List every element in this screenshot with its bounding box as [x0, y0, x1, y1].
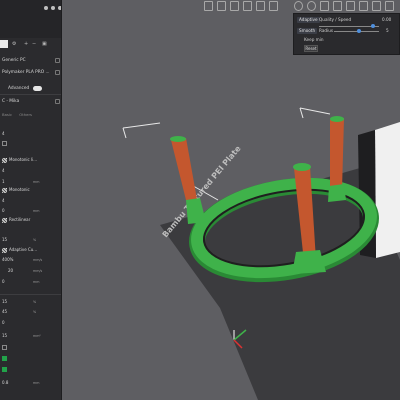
filament-row[interactable]: Polymaker PLA PRO ...: [0, 68, 61, 77]
pattern-icon: [2, 218, 7, 223]
tower-front-foot: [292, 250, 326, 274]
filament-edit-icon[interactable]: [55, 70, 60, 75]
top-thickness-unit: mm: [33, 180, 40, 184]
tower-front-top: [293, 163, 311, 171]
advanced-label: Advanced: [8, 86, 30, 91]
bbox-corner-line: [299, 107, 304, 119]
overlap-unit: %: [33, 300, 37, 304]
bottom-thickness-unit: mm: [33, 209, 40, 213]
bbox-corner-line: [299, 107, 331, 115]
tower-left-foot: [186, 198, 206, 224]
area-unit: mm²: [33, 334, 41, 338]
offset-field[interactable]: 0: [2, 320, 5, 326]
infill-density-field[interactable]: 15: [2, 237, 7, 243]
infill-anchor-unit: mm/s: [33, 258, 43, 262]
infill-density-unit: %: [33, 238, 37, 242]
advanced-toggle[interactable]: [33, 86, 42, 91]
option-checkbox-checked[interactable]: [2, 367, 7, 372]
delete-icon[interactable]: [217, 1, 226, 11]
add-icon[interactable]: +: [24, 41, 28, 47]
assembly-icon[interactable]: [385, 1, 394, 11]
divider: [0, 94, 61, 95]
bottom-thickness-field[interactable]: 0: [2, 208, 5, 214]
filament-name: Polymaker PLA PRO ...: [2, 70, 50, 75]
internal-pattern-field[interactable]: Rectilinear: [9, 217, 30, 223]
cut-icon[interactable]: [333, 1, 342, 11]
support-icon[interactable]: [346, 1, 355, 11]
option-checkbox-checked[interactable]: [2, 356, 7, 361]
pattern-icon: [2, 188, 7, 193]
divider: [0, 294, 61, 295]
top-pattern-field[interactable]: Monotonic li...: [9, 157, 37, 163]
printer-edit-icon[interactable]: [55, 58, 60, 63]
pattern-icon: [2, 248, 7, 253]
infill-pattern-field[interactable]: Adaptive Cu...: [9, 247, 37, 253]
remove-icon[interactable]: −: [32, 41, 36, 47]
printer-row[interactable]: Generic PC: [0, 56, 61, 65]
settings-tabs: Basic Others: [0, 112, 32, 117]
add-icon[interactable]: [204, 1, 213, 11]
bottom-pattern-field[interactable]: Monotonic: [9, 187, 30, 193]
gap-unit: mm: [33, 381, 40, 385]
option-checkbox[interactable]: [2, 345, 7, 350]
plate-toolbar: ⚙ + − ▣: [0, 40, 61, 48]
side-object: [375, 122, 400, 258]
tower-back: [330, 118, 344, 192]
bottom-layers-field[interactable]: 4: [2, 198, 5, 204]
bbox-corner-line: [122, 122, 161, 129]
pattern-icon: [2, 158, 7, 163]
move-icon[interactable]: [294, 1, 303, 11]
plate-selector[interactable]: [0, 40, 8, 48]
menu-dots[interactable]: [44, 6, 61, 10]
sidebar-header: [0, 0, 61, 38]
profile-row[interactable]: C - Mika: [0, 97, 61, 106]
gap-field[interactable]: 0.8: [2, 380, 8, 386]
anchor-max-unit: mm/s: [33, 269, 43, 273]
profile-name: C - Mika: [2, 99, 20, 104]
top-layers-field[interactable]: 4: [2, 168, 5, 174]
infill-combination-unit: mm: [33, 280, 40, 284]
top-thickness-field[interactable]: 1: [2, 179, 5, 185]
left-sidebar: ⚙ + − ▣ Generic PC Polymaker PLA PRO ...…: [0, 0, 62, 400]
profile-save-icon[interactable]: [55, 99, 60, 104]
tower-left-top: [170, 136, 186, 142]
arrange-icon[interactable]: [230, 1, 239, 11]
infill-anchor-field[interactable]: 400%: [2, 257, 13, 263]
3d-viewport[interactable]: Bambu Textured PEI Plate: [62, 14, 400, 400]
tower-back-foot: [328, 184, 346, 202]
seam-icon[interactable]: [359, 1, 368, 11]
overlap-field[interactable]: 15: [2, 299, 7, 305]
advanced-row: Advanced: [0, 84, 61, 93]
tab-others[interactable]: Others: [19, 112, 32, 117]
plate-icon[interactable]: [256, 1, 265, 11]
split-icon[interactable]: [269, 1, 278, 11]
measure-icon[interactable]: [372, 1, 381, 11]
tower-back-top: [330, 116, 344, 122]
tab-basic[interactable]: Basic: [2, 112, 12, 117]
settings-icon[interactable]: ⚙: [12, 41, 16, 47]
infill-combination-field[interactable]: 0: [2, 279, 5, 285]
tower-left: [171, 138, 198, 208]
anchor-max-field[interactable]: 20: [8, 268, 13, 274]
area-field[interactable]: 15: [2, 333, 7, 339]
top-toolbar: [200, 0, 400, 14]
rotate-icon[interactable]: [307, 1, 316, 11]
option-checkbox[interactable]: [2, 141, 7, 146]
orient-icon[interactable]: [243, 1, 252, 11]
printer-name: Generic PC: [2, 58, 26, 63]
bbox-corner-line: [122, 127, 127, 139]
wall-loops-field[interactable]: 4: [2, 131, 5, 137]
angle-unit: %: [33, 310, 37, 314]
angle-field[interactable]: 45: [2, 309, 7, 315]
scale-icon[interactable]: [320, 1, 329, 11]
copy-icon[interactable]: ▣: [42, 41, 47, 47]
